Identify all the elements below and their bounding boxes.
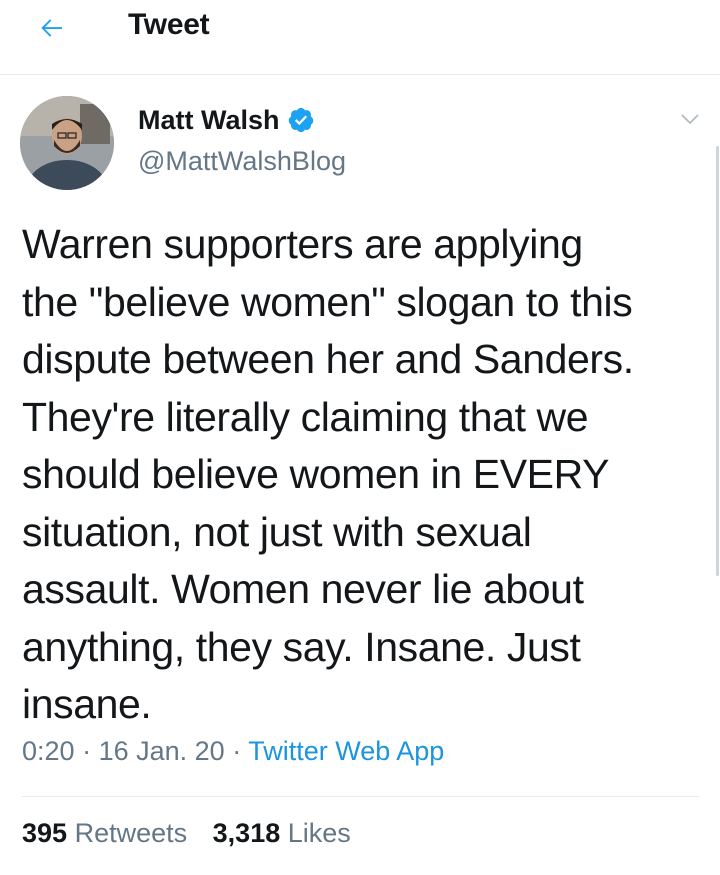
- tweet-detail-page: Tweet Matt Walsh @MattWalshBlog Warren s…: [0, 0, 720, 875]
- tweet-time[interactable]: 0:20: [22, 736, 75, 766]
- meta-separator: ·: [232, 736, 242, 766]
- tweet-menu-button[interactable]: [672, 104, 708, 134]
- tweet-meta: 0:20 · 16 Jan. 20 · Twitter Web App: [22, 736, 444, 767]
- arrow-left-icon: [41, 19, 62, 37]
- top-bar: Tweet: [0, 0, 720, 75]
- retweets-label: Retweets: [74, 818, 188, 848]
- retweets-count: 395: [22, 818, 68, 848]
- back-button[interactable]: [30, 10, 74, 46]
- scrollbar[interactable]: [716, 146, 719, 576]
- profile-photo: [20, 96, 114, 190]
- page-title: Tweet: [128, 8, 210, 41]
- verified-badge-icon: [288, 107, 313, 133]
- likes-stat[interactable]: 3,318 Likes: [213, 818, 351, 849]
- chevron-down-icon: [681, 114, 699, 125]
- tweet-date[interactable]: 16 Jan. 20: [99, 736, 225, 766]
- avatar[interactable]: [20, 96, 114, 190]
- display-name[interactable]: Matt Walsh: [138, 105, 280, 136]
- author-name-row[interactable]: Matt Walsh: [138, 100, 315, 140]
- likes-count: 3,318: [212, 818, 281, 848]
- divider: [22, 796, 700, 797]
- likes-label: Likes: [287, 818, 351, 848]
- retweets-stat[interactable]: 395 Retweets: [22, 818, 187, 849]
- tweet-stats: 395 Retweets 3,318 Likes: [22, 818, 351, 849]
- author-handle[interactable]: @MattWalshBlog: [138, 146, 346, 177]
- meta-separator: ·: [82, 736, 92, 766]
- tweet-text: Warren supporters are applying the "beli…: [22, 221, 634, 727]
- tweet-source-link[interactable]: Twitter Web App: [248, 736, 444, 766]
